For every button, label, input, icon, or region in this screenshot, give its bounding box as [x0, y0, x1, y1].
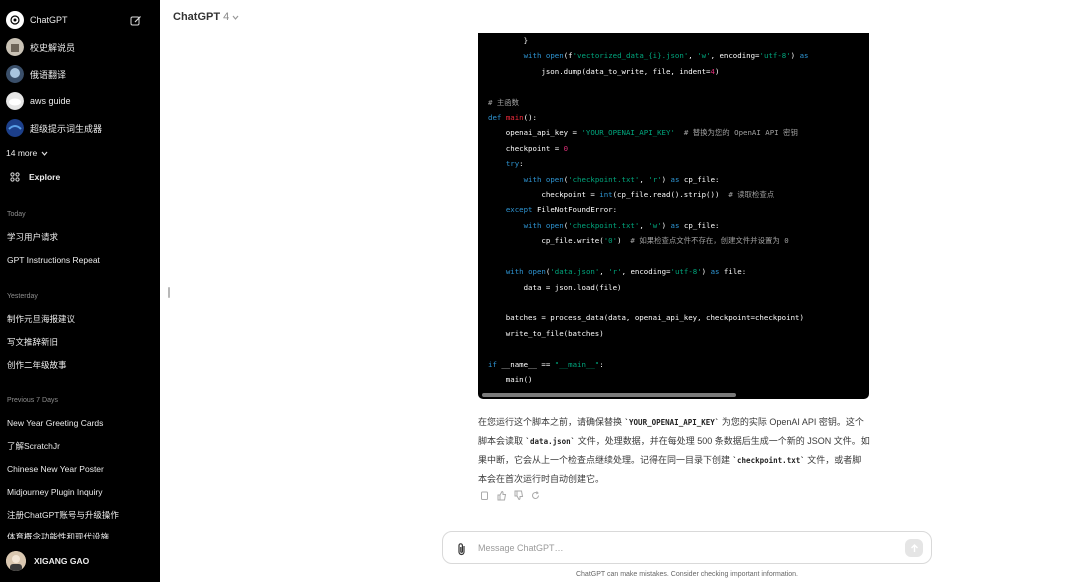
sidebar: ChatGPT 校史解说员 俄语翻译 aws guide 超级提示词生成器 14…: [0, 0, 160, 582]
assistant-message: 在您运行这个脚本之前，请确保替换 `YOUR_OPENAI_API_KEY` 为…: [478, 413, 870, 489]
code-content: } with open(f'vectorized_data_{i}.json',…: [488, 36, 809, 384]
history-item[interactable]: 体育概念功能性和现代设施: [7, 530, 150, 539]
inline-code: `YOUR_OPENAI_API_KEY`: [624, 418, 720, 427]
gpt-item-2[interactable]: aws guide: [6, 90, 154, 112]
history-item[interactable]: 制作元旦海报建议: [7, 312, 150, 326]
thumbs-up-icon[interactable]: [496, 488, 507, 501]
disclaimer-text: ChatGPT can make mistakes. Consider chec…: [575, 571, 799, 578]
openai-logo-icon: [6, 11, 24, 29]
tree-avatar-icon: [6, 65, 24, 83]
history-item[interactable]: GPT Instructions Repeat: [7, 253, 150, 267]
sidebar-item-label: aws guide: [30, 96, 71, 106]
inline-code: `checkpoint.txt`: [732, 456, 805, 465]
sidebar-item-label: 校史解说员: [30, 42, 76, 53]
history-section-title: Today: [7, 211, 26, 218]
castle-avatar-icon: [6, 38, 24, 56]
message-input[interactable]: [478, 539, 878, 557]
send-button[interactable]: [905, 539, 923, 557]
gpt-item-0[interactable]: 校史解说员: [6, 36, 154, 58]
code-block: } with open(f'vectorized_data_{i}.json',…: [478, 33, 869, 399]
message-actions: [479, 488, 541, 501]
more-label: 14 more: [6, 148, 38, 158]
model-selector[interactable]: ChatGPT 4: [173, 11, 239, 23]
sidebar-item-label: ChatGPT: [30, 15, 68, 25]
sidebar-toggle-handle[interactable]: [168, 287, 170, 298]
arrow-up-icon: [910, 543, 918, 552]
inline-code: `data.json`: [525, 437, 576, 446]
history-section-title: Yesterday: [7, 293, 38, 300]
explore-gpts-button[interactable]: Explore: [6, 166, 154, 188]
history-item[interactable]: Midjourney Plugin Inquiry: [7, 485, 150, 499]
chevron-down-icon: [232, 13, 239, 22]
history-item[interactable]: New Year Greeting Cards: [7, 416, 150, 430]
history-item[interactable]: 了解ScratchJr: [7, 439, 150, 453]
paperclip-icon[interactable]: [456, 542, 468, 556]
cloud-avatar-icon: [6, 92, 24, 110]
explore-label: Explore: [29, 172, 61, 182]
main-panel: ChatGPT 4 } with open(f'vectorized_data_…: [160, 0, 1080, 582]
horizontal-scrollbar[interactable]: [482, 393, 736, 397]
history-item[interactable]: 创作二年级故事: [7, 358, 150, 372]
user-avatar-icon: [6, 551, 26, 571]
user-menu[interactable]: XIGANG GAO: [6, 550, 154, 572]
grid-icon: [10, 172, 20, 182]
new-chat-icon[interactable]: [130, 14, 142, 26]
gpt-item-3[interactable]: 超级提示词生成器: [6, 117, 154, 139]
earth-avatar-icon: [6, 119, 24, 137]
sidebar-item-label: 俄语翻译: [30, 69, 67, 80]
model-name: ChatGPT: [173, 11, 221, 23]
gpt-item-1[interactable]: 俄语翻译: [6, 63, 154, 85]
chevron-down-icon: [41, 148, 48, 158]
message-composer: [442, 531, 932, 564]
history-item[interactable]: 注册ChatGPT账号与升级操作: [7, 508, 150, 522]
answer-text: 在您运行这个脚本之前，请确保替换: [478, 417, 625, 427]
history-item[interactable]: 学习用户请求: [7, 230, 150, 244]
history-section-title: Previous 7 Days: [7, 397, 58, 404]
history-item[interactable]: 写文推辞新旧: [7, 335, 150, 349]
model-version: 4: [223, 11, 230, 23]
more-gpts-button[interactable]: 14 more: [6, 142, 154, 164]
sidebar-item-label: 超级提示词生成器: [30, 123, 103, 134]
regenerate-icon[interactable]: [530, 488, 541, 499]
history-item[interactable]: Chinese New Year Poster: [7, 462, 150, 476]
thumbs-down-icon[interactable]: [513, 488, 524, 501]
user-name: XIGANG GAO: [34, 556, 90, 566]
copy-icon[interactable]: [479, 488, 490, 500]
